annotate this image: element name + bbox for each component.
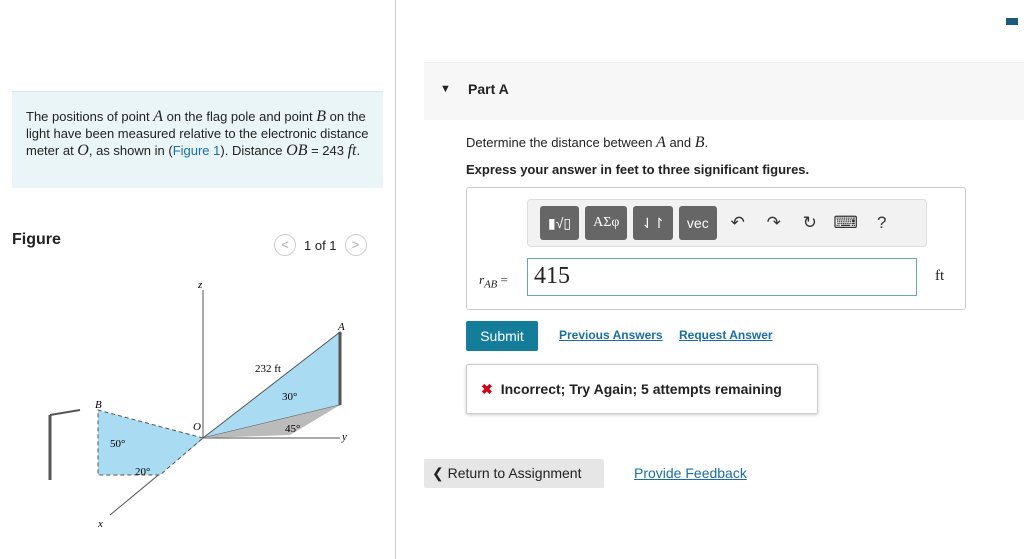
templates-button[interactable]: ▮√▯ [540, 206, 580, 240]
greek-button[interactable]: ΑΣφ [585, 206, 628, 240]
chevron-left-icon: ❮ [432, 465, 448, 481]
error-x-icon: ✖ [481, 381, 493, 397]
redo-icon[interactable]: ↷ [759, 213, 789, 233]
label-30deg: 30° [282, 391, 297, 403]
previous-answers-link[interactable]: Previous Answers [559, 328, 663, 342]
label-a: A [337, 321, 345, 333]
var-o: O [77, 142, 89, 159]
label-x: x [97, 518, 103, 530]
undo-icon[interactable]: ↶ [723, 213, 753, 233]
submit-button[interactable]: Submit [466, 321, 538, 351]
var-ob: OB [286, 142, 308, 159]
radical-icon: ▮√▯ [548, 215, 572, 231]
equals: = [497, 272, 508, 287]
part-label: Part A [468, 81, 509, 97]
text: = 243 [307, 143, 348, 158]
left-panel: The positions of point A on the flag pol… [0, 0, 396, 559]
problem-statement: The positions of point A on the flag pol… [12, 91, 383, 188]
collapse-triangle-icon[interactable]: ▼ [440, 83, 451, 95]
answer-variable: rAB = [479, 272, 508, 291]
label-b: B [95, 399, 102, 411]
label-232ft: 232 ft [255, 363, 281, 375]
reset-icon[interactable]: ↻ [795, 213, 825, 233]
figure-title: Figure [12, 231, 61, 248]
pager-text: 1 of 1 [304, 237, 337, 253]
answer-box: ▮√▯ ΑΣφ ⇃↾ vec ↶ ↷ ↻ ⌨ ? rAB = 415 ft [466, 187, 966, 310]
text: and [665, 135, 695, 150]
question: Determine the distance between A and B. [466, 134, 708, 152]
label-50deg: 50° [110, 438, 125, 450]
label-20deg: 20° [135, 466, 150, 478]
text: . [356, 143, 361, 158]
return-to-assignment-button[interactable]: ❮ Return to Assignment [424, 459, 604, 488]
feedback-text: Incorrect; Try Again; 5 attempts remaini… [500, 381, 782, 397]
text: Determine the distance between [466, 135, 657, 150]
part-header[interactable]: ▼ Part A [424, 62, 1024, 120]
label-o: O [193, 421, 201, 433]
arrows-button[interactable]: ⇃↾ [633, 206, 673, 240]
label-45deg: 45° [285, 423, 300, 435]
answer-unit: ft [935, 268, 945, 284]
var-sub: AB [484, 278, 498, 291]
math-toolbar: ▮√▯ ΑΣφ ⇃↾ vec ↶ ↷ ↻ ⌨ ? [527, 199, 927, 247]
text: . [704, 135, 709, 150]
figure-diagram: z A B O x y 232 ft 30° 45° 50° 20° [48, 279, 347, 530]
var-a: A [656, 134, 666, 151]
right-panel: ▼ Part A Determine the distance between … [424, 0, 1024, 559]
figure-link[interactable]: Figure 1 [173, 143, 221, 158]
provide-feedback-link[interactable]: Provide Feedback [634, 465, 747, 481]
instructions: Express your answer in feet to three sig… [466, 162, 810, 177]
label-y: y [341, 431, 347, 443]
var-b: B [316, 108, 326, 125]
text: ). Distance [220, 143, 287, 158]
help-icon[interactable]: ? [867, 213, 897, 233]
request-answer-link[interactable]: Request Answer [679, 328, 773, 342]
return-label: Return to Assignment [447, 465, 582, 481]
prev-figure-button[interactable]: < [274, 234, 296, 256]
text: , as shown in ( [88, 143, 173, 158]
keyboard-icon[interactable]: ⌨ [831, 213, 861, 233]
vec-button[interactable]: vec [678, 206, 717, 240]
text: The positions of point [26, 109, 154, 124]
label-z: z [197, 279, 203, 291]
figure-pager: < 1 of 1 > [274, 234, 367, 256]
var-b: B [694, 134, 705, 151]
text: on the flag pole and point [162, 109, 317, 124]
feedback-message: ✖ Incorrect; Try Again; 5 attempts remain… [466, 364, 818, 414]
answer-input[interactable]: 415 [527, 258, 917, 296]
corner-icon [1006, 18, 1018, 25]
var-a: A [153, 108, 163, 125]
next-figure-button[interactable]: > [344, 234, 367, 256]
